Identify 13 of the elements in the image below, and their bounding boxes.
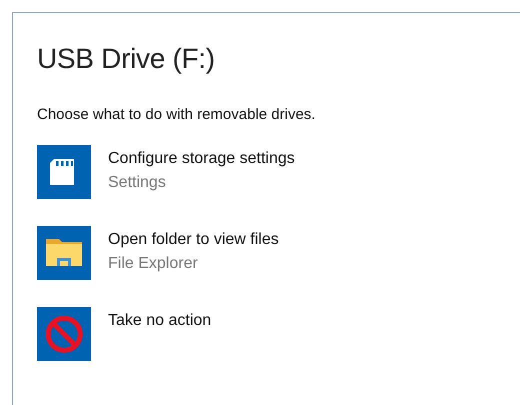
prompt-text: Choose what to do with removable drives. <box>37 106 316 123</box>
memory-card-icon <box>37 145 91 199</box>
option-label: Take no action <box>108 312 212 330</box>
action-option[interactable]: Open folder to view files File Explorer <box>37 226 279 280</box>
folder-icon <box>37 226 91 280</box>
app-name: Settings <box>108 174 167 192</box>
option-label: Open folder to view files <box>108 231 279 249</box>
app-name: File Explorer <box>108 255 199 273</box>
prohibited-icon <box>37 307 91 361</box>
option-label: Configure storage settings <box>108 150 295 168</box>
action-option[interactable]: Configure storage settings Settings <box>37 145 295 199</box>
window-title: USB Drive (F:) <box>37 43 216 75</box>
action-option[interactable]: Take no action <box>37 307 212 361</box>
